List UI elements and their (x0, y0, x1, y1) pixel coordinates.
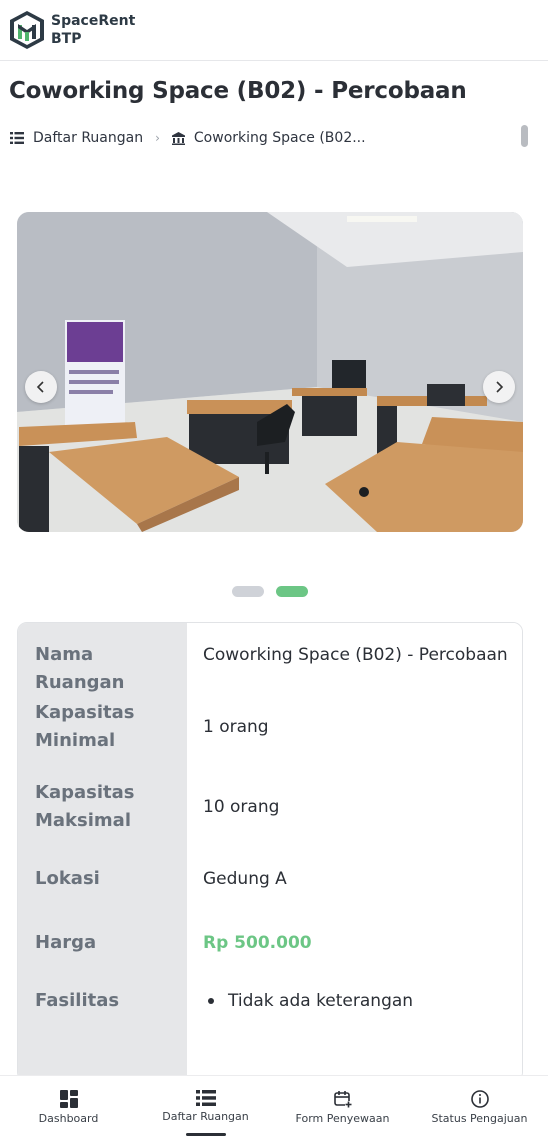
value-harga: Rp 500.000 (203, 933, 312, 953)
building-icon (171, 131, 185, 145)
spacerent-logo-icon[interactable] (9, 10, 45, 50)
label-kapasitas-minimal: Kapasitas Minimal (35, 702, 135, 751)
carousel-dot[interactable] (232, 586, 264, 597)
breadcrumb-label: Daftar Ruangan (33, 130, 144, 146)
label-fasilitas: Fasilitas (35, 990, 120, 1011)
breadcrumb-item-current: Coworking Space (B02... (171, 130, 366, 146)
brand-name[interactable]: SpaceRent BTP (51, 12, 135, 48)
label-lokasi: Lokasi (35, 868, 100, 889)
breadcrumb-item-daftar-ruangan[interactable]: Daftar Ruangan (10, 130, 143, 146)
chevron-right-icon: › (155, 131, 160, 145)
chevron-left-icon (36, 381, 44, 393)
bottom-navigation: Dashboard Daftar Ruangan Form Penyewaan … (0, 1075, 548, 1139)
carousel-next-button[interactable] (483, 371, 515, 403)
value-kapasitas-minimal: 1 orang (203, 717, 269, 737)
nav-label: Status Pengajuan (431, 1112, 528, 1125)
top-bar: SpaceRent BTP (0, 0, 548, 61)
brand-line1: SpaceRent (51, 13, 136, 29)
scrollbar-thumb[interactable] (521, 125, 528, 147)
page-title: Coworking Space (B02) - Percobaan (9, 78, 467, 104)
room-photo-carousel[interactable] (17, 212, 523, 532)
list-icon (10, 132, 24, 144)
chevron-right-icon (496, 381, 504, 393)
active-tab-indicator (185, 1133, 226, 1136)
label-nama-ruangan: Nama Ruangan (35, 644, 125, 693)
list-icon (195, 1090, 216, 1106)
info-icon (470, 1090, 489, 1108)
nav-daftar-ruangan[interactable]: Daftar Ruangan (137, 1076, 274, 1139)
nav-label: Daftar Ruangan (162, 1110, 249, 1123)
value-kapasitas-maksimal: 10 orang (203, 797, 280, 817)
nav-status-pengajuan[interactable]: Status Pengajuan (411, 1076, 548, 1139)
room-photo (17, 212, 523, 532)
nav-form-penyewaan[interactable]: Form Penyewaan (274, 1076, 411, 1139)
carousel-dot-active[interactable] (276, 586, 308, 597)
label-harga: Harga (35, 932, 97, 953)
value-nama-ruangan: Coworking Space (B02) - Percobaan (203, 645, 508, 665)
calendar-add-icon (333, 1091, 352, 1108)
value-fasilitas: Tidak ada keterangan (203, 987, 413, 1015)
carousel-indicators (232, 586, 308, 597)
value-lokasi: Gedung A (203, 869, 287, 889)
carousel-prev-button[interactable] (25, 371, 57, 403)
brand-line2: BTP (51, 31, 82, 47)
nav-dashboard[interactable]: Dashboard (0, 1076, 137, 1139)
breadcrumb: Daftar Ruangan › Coworking Space (B02... (10, 130, 366, 146)
room-details-table: Nama Ruangan Coworking Space (B02) - Per… (17, 622, 523, 1082)
dashboard-icon (59, 1090, 78, 1108)
nav-label: Form Penyewaan (295, 1112, 390, 1125)
nav-label: Dashboard (38, 1112, 99, 1125)
breadcrumb-label: Coworking Space (B02... (193, 130, 366, 146)
label-kapasitas-maksimal: Kapasitas Maksimal (35, 782, 135, 831)
